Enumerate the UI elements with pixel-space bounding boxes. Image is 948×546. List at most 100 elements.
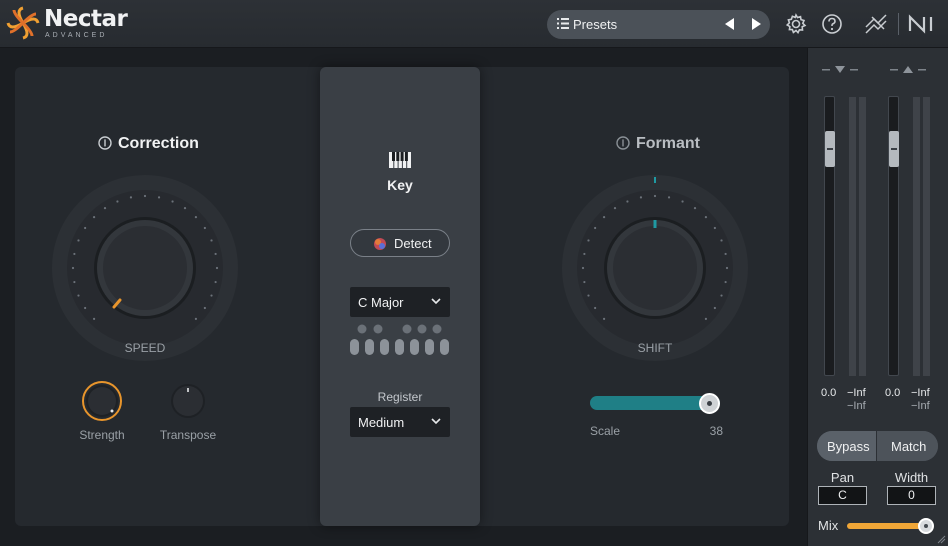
scale-dropdown[interactable]: C Major — [350, 287, 450, 317]
knob-tick — [639, 196, 643, 199]
knob-tick — [720, 294, 723, 297]
note-dot — [402, 324, 412, 334]
scale-slider-thumb[interactable] — [699, 393, 720, 414]
note-dot — [432, 324, 442, 334]
detect-orb-icon — [374, 238, 386, 250]
formant-title: Formant — [636, 135, 700, 152]
knob-tick — [103, 207, 107, 210]
brand-name: Nectar — [44, 6, 128, 32]
knob-tick — [725, 266, 729, 270]
chevron-down-icon — [431, 298, 441, 305]
knob-tick — [653, 194, 657, 198]
knob-tick — [73, 280, 76, 284]
ni-logo-icon[interactable] — [907, 13, 935, 35]
next-arrow-icon[interactable] — [752, 18, 761, 30]
knob-tick — [92, 317, 96, 321]
knob-tick — [157, 196, 161, 199]
scale-notes-keyboard[interactable] — [350, 322, 450, 358]
knob-tick — [73, 252, 76, 256]
knob-tick — [77, 294, 80, 297]
transpose-label: Transpose — [159, 428, 217, 442]
presets-bar[interactable]: Presets — [547, 10, 770, 39]
knob-tick — [84, 306, 87, 310]
width-field[interactable]: 0 — [887, 486, 936, 505]
transpose-knob[interactable] — [167, 380, 209, 422]
pan-label: Pan — [830, 470, 855, 485]
prev-arrow-icon[interactable] — [725, 18, 734, 30]
knob-tick — [713, 226, 716, 230]
header-divider — [898, 13, 899, 35]
knob-tick — [587, 294, 590, 297]
scale-label: Scale — [590, 424, 621, 438]
output-meter-left — [913, 97, 920, 376]
strength-knob[interactable] — [81, 380, 123, 422]
brand-subtitle: ADVANCED — [45, 32, 108, 39]
output-peak-value: −Inf — [911, 387, 930, 399]
correction-power-icon[interactable] — [98, 136, 112, 150]
knob-tick — [613, 207, 617, 210]
knob-tick — [587, 239, 590, 242]
register-label: Register — [377, 390, 423, 404]
presets-label[interactable]: Presets — [573, 17, 617, 32]
match-label: Match — [891, 439, 927, 454]
nectar-logo-icon — [6, 6, 40, 40]
knob-tick — [693, 207, 697, 210]
register-dropdown[interactable]: Medium — [350, 407, 450, 437]
knob-tick — [171, 200, 174, 203]
knob-tick — [194, 317, 198, 321]
pan-field[interactable]: C — [818, 486, 867, 505]
width-label: Width — [894, 470, 929, 485]
knob-tick — [77, 239, 80, 242]
scale-value: C Major — [358, 295, 404, 310]
input-gain-handle[interactable] — [825, 131, 835, 167]
knob-tick — [681, 200, 684, 203]
knob-tick — [84, 226, 87, 230]
knob-tick — [724, 252, 727, 256]
header-bar: Nectar ADVANCED Presets — [0, 0, 948, 48]
match-button[interactable]: Match — [878, 431, 938, 461]
correction-title: Correction — [118, 135, 199, 152]
input-peak-value-2: −Inf — [847, 400, 866, 412]
scale-value: 38 — [709, 424, 723, 438]
help-icon[interactable] — [821, 13, 843, 35]
knob-tick — [602, 317, 606, 321]
resize-grip-icon[interactable] — [936, 534, 946, 544]
strength-label: Strength — [79, 428, 125, 442]
speed-label: SPEED — [124, 341, 166, 355]
note-dot — [417, 324, 427, 334]
knob-tick — [594, 226, 597, 230]
knob-tick — [214, 280, 217, 284]
knob-tick — [704, 317, 708, 321]
mix-slider-thumb[interactable] — [918, 518, 934, 534]
output-gain-handle[interactable] — [889, 131, 899, 167]
bypass-button[interactable]: Bypass — [817, 431, 877, 461]
input-meter-right — [859, 97, 866, 376]
note-dot — [357, 324, 367, 334]
formant-power-icon[interactable] — [616, 136, 630, 150]
knob-tick — [724, 280, 727, 284]
bypass-match-toggle: Bypass Match — [817, 431, 938, 461]
signal-routing-icon[interactable] — [864, 13, 888, 35]
knob-tick — [581, 266, 585, 270]
detect-button[interactable]: Detect — [350, 229, 450, 257]
knob-tick — [71, 266, 75, 270]
key-title: Key — [387, 177, 413, 193]
knob-tick — [210, 239, 213, 242]
knob-tick — [583, 280, 586, 284]
knob-tick — [203, 226, 206, 230]
shift-knob[interactable] — [562, 175, 748, 361]
knob-tick — [210, 294, 213, 297]
knob-tick — [143, 194, 147, 198]
knob-tick — [203, 306, 206, 310]
output-peak-value-2: −Inf — [911, 400, 930, 412]
input-meter-header-icon — [822, 66, 858, 73]
piano-keys-icon — [389, 152, 411, 168]
knob-tick — [183, 207, 187, 210]
knob-tick — [116, 200, 119, 203]
bypass-label: Bypass — [827, 439, 870, 454]
detect-label: Detect — [394, 236, 432, 251]
settings-gear-icon[interactable] — [785, 13, 807, 35]
note-dot — [373, 324, 383, 334]
knob-tick — [583, 252, 586, 256]
speed-knob[interactable] — [52, 175, 238, 361]
